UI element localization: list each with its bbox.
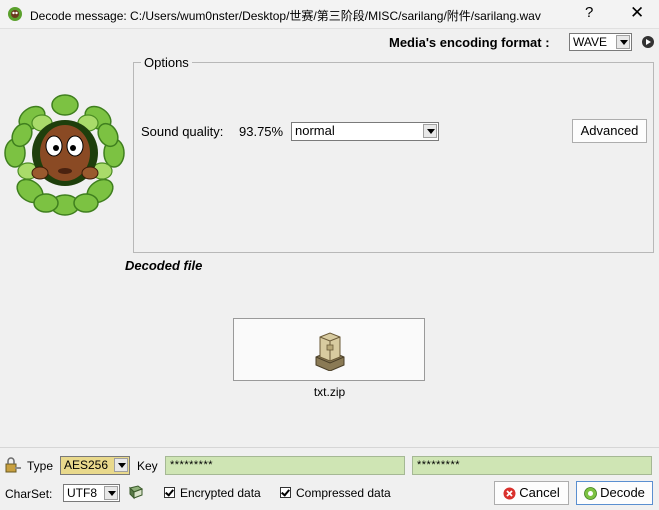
- options-title: Options: [141, 55, 192, 70]
- compressed-data-checkbox[interactable]: [280, 487, 291, 498]
- charset-select[interactable]: UTF8: [63, 484, 120, 502]
- type-select[interactable]: AES256: [60, 456, 130, 475]
- app-icon: [8, 7, 22, 21]
- chevron-down-icon[interactable]: [104, 486, 118, 500]
- key-label: Key: [137, 459, 158, 473]
- type-select-value: AES256: [64, 458, 109, 472]
- sound-quality-value: 93.75%: [239, 124, 284, 139]
- charset-select-value: UTF8: [67, 486, 97, 500]
- archive-icon: [315, 332, 345, 371]
- encrypted-data-label: Encrypted data: [180, 486, 261, 500]
- decode-button-label: Decode: [600, 485, 645, 500]
- key-confirm-input[interactable]: *********: [412, 456, 652, 475]
- quality-select[interactable]: normal: [291, 122, 439, 141]
- decode-button[interactable]: Decode: [576, 481, 653, 505]
- book-icon[interactable]: [128, 484, 144, 500]
- encoding-format-select[interactable]: WAVE: [569, 33, 632, 51]
- options-group: [133, 62, 654, 253]
- decoded-file-name: txt.zip: [313, 385, 346, 399]
- mascot-logo: [4, 94, 125, 216]
- key-confirm-value: *********: [417, 459, 461, 471]
- chevron-down-icon[interactable]: [423, 124, 437, 138]
- chevron-down-icon[interactable]: [616, 35, 630, 49]
- encrypted-data-checkbox[interactable]: [164, 487, 175, 498]
- type-label: Type: [27, 459, 54, 473]
- chevron-down-icon[interactable]: [114, 458, 128, 472]
- title-bar: Decode message: C:/Users/wum0nster/Deskt…: [0, 0, 659, 29]
- cancel-icon: [503, 487, 516, 500]
- bottom-separator: [0, 447, 659, 448]
- encoding-format-label: Media's encoding format :: [389, 35, 550, 50]
- play-icon[interactable]: [642, 36, 654, 48]
- cancel-button[interactable]: Cancel: [494, 481, 569, 505]
- decode-icon: [584, 487, 597, 500]
- window-title: Decode message: C:/Users/wum0nster/Deskt…: [30, 9, 541, 23]
- key-input-value: *********: [170, 459, 214, 471]
- close-icon[interactable]: ✕: [630, 3, 644, 23]
- sound-quality-label: Sound quality:: [141, 124, 224, 139]
- lock-icon: [5, 457, 21, 473]
- charset-label: CharSet:: [5, 487, 53, 501]
- decoded-file-button[interactable]: [233, 318, 425, 381]
- advanced-button-label: Advanced: [580, 123, 639, 138]
- help-button[interactable]: ?: [585, 4, 593, 21]
- quality-select-value: normal: [295, 123, 335, 138]
- compressed-data-label: Compressed data: [296, 486, 391, 500]
- key-input[interactable]: *********: [165, 456, 405, 475]
- cancel-button-label: Cancel: [519, 485, 560, 500]
- encoding-format-value: WAVE: [573, 35, 608, 49]
- decoded-file-label: Decoded file: [125, 258, 203, 273]
- advanced-button[interactable]: Advanced: [572, 119, 647, 143]
